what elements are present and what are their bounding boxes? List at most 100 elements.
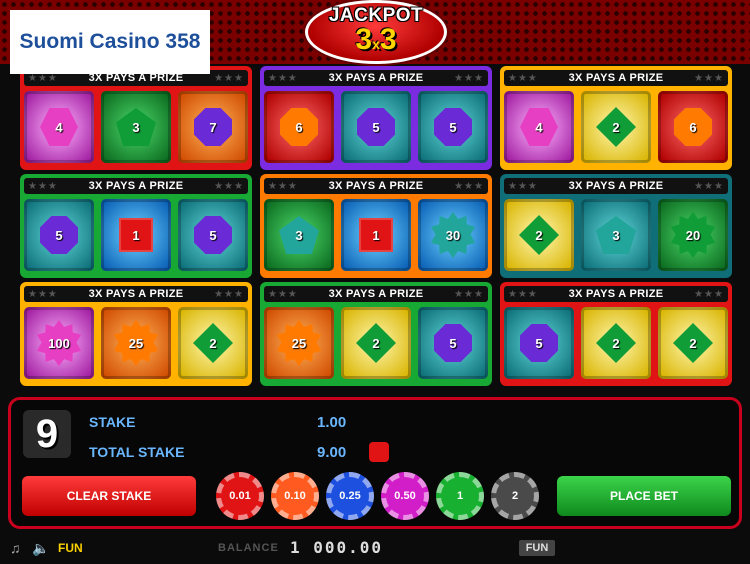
scratch-cell[interactable]: 25	[101, 307, 171, 379]
diamond-symbol-icon: 2	[673, 323, 713, 363]
cell-value: 1	[372, 227, 380, 243]
star-symbol-icon: 100	[36, 320, 82, 366]
octagon-symbol-icon: 7	[194, 108, 232, 146]
cell-value: 2	[209, 335, 217, 351]
scratch-cell[interactable]: 7	[178, 91, 248, 163]
scratch-cell[interactable]: 4	[504, 91, 574, 163]
ticket-banner: ★★★ 3X PAYS A PRIZE ★★★	[504, 286, 728, 302]
stars-icon: ★★★	[28, 288, 58, 300]
scratch-cell[interactable]: 2	[658, 307, 728, 379]
diamond-symbol-icon: 2	[596, 107, 636, 147]
star-symbol-icon: 20	[670, 212, 716, 258]
stars-icon: ★★★	[508, 72, 538, 84]
diamond-symbol-icon: 2	[519, 215, 559, 255]
logo-three-b: 3	[379, 23, 397, 56]
scratch-cell[interactable]: 2	[581, 91, 651, 163]
ticket-banner-text: 3X PAYS A PRIZE	[88, 180, 184, 192]
scratch-cell[interactable]: 5	[178, 199, 248, 271]
scratch-cell[interactable]: 6	[264, 91, 334, 163]
chip-0.01[interactable]: 0.01	[216, 472, 264, 520]
scratch-cell[interactable]: 30	[418, 199, 488, 271]
stars-icon: ★★★	[214, 180, 244, 192]
mode-badge: FUN	[519, 540, 555, 556]
scratch-cell[interactable]: 2	[341, 307, 411, 379]
cell-value: 25	[291, 335, 307, 351]
stars-icon: ★★★	[214, 288, 244, 300]
music-icon[interactable]: ♫	[10, 540, 21, 556]
chip-0.50[interactable]: 0.50	[381, 472, 429, 520]
stars-icon: ★★★	[268, 288, 298, 300]
ticket-banner: ★★★ 3X PAYS A PRIZE ★★★	[264, 178, 488, 194]
ticket-cells: 2 3 20	[504, 199, 728, 271]
octagon-symbol-icon: 5	[194, 216, 232, 254]
chip-value: 0.10	[284, 490, 306, 502]
status-bar: ♫ 🔈 FUN BALANCE 1 000.00 FUN	[0, 534, 750, 564]
scratch-cell[interactable]: 5	[418, 307, 488, 379]
ticket-6: ★★★ 3X PAYS A PRIZE ★★★ 2 3 20	[500, 174, 732, 278]
chip-2[interactable]: 2	[491, 472, 539, 520]
octagon-symbol-icon: 5	[520, 324, 558, 362]
stars-icon: ★★★	[508, 288, 538, 300]
scratch-cell[interactable]: 4	[24, 91, 94, 163]
place-bet-button[interactable]: PLACE BET	[557, 476, 731, 516]
control-panel: 9 STAKE 1.00 TOTAL STAKE 9.00 CLEAR STAK…	[8, 397, 742, 529]
scratch-cell[interactable]: 5	[418, 91, 488, 163]
scratch-cell[interactable]: 3	[264, 199, 334, 271]
diamond-symbol-icon: 2	[596, 323, 636, 363]
ticket-banner: ★★★ 3X PAYS A PRIZE ★★★	[24, 286, 248, 302]
brand-box: Suomi Casino 358	[10, 10, 210, 74]
square-symbol-icon: 1	[119, 218, 153, 252]
star-symbol-icon: 25	[276, 320, 322, 366]
ticket-banner-text: 3X PAYS A PRIZE	[568, 180, 664, 192]
cell-value: 5	[372, 119, 380, 135]
octagon-symbol-icon: 5	[357, 108, 395, 146]
scratch-cell[interactable]: 20	[658, 199, 728, 271]
cell-value: 6	[689, 119, 697, 135]
scratch-cell[interactable]: 1	[101, 199, 171, 271]
stars-icon: ★★★	[28, 72, 58, 84]
ticket-4: ★★★ 3X PAYS A PRIZE ★★★ 5 1 5	[20, 174, 252, 278]
cell-value: 6	[295, 119, 303, 135]
scratch-cell[interactable]: 2	[178, 307, 248, 379]
stars-icon: ★★★	[508, 180, 538, 192]
hex-symbol-icon: 4	[520, 108, 558, 146]
scratch-cell[interactable]: 2	[504, 199, 574, 271]
scratch-cell[interactable]: 3	[101, 91, 171, 163]
logo-line1: JACKPOT	[328, 5, 424, 26]
cell-value: 2	[612, 335, 620, 351]
star-symbol-icon: 30	[430, 212, 476, 258]
cell-value: 5	[449, 119, 457, 135]
sound-icon[interactable]: 🔈	[32, 540, 49, 557]
chip-1[interactable]: 1	[436, 472, 484, 520]
logo-line2: 3x3	[355, 23, 397, 58]
balance-value: 1 000.00	[290, 538, 384, 557]
cell-value: 30	[445, 227, 461, 243]
ticket-banner-text: 3X PAYS A PRIZE	[328, 288, 424, 300]
scratch-cell[interactable]: 25	[264, 307, 334, 379]
cell-value: 2	[372, 335, 380, 351]
scratch-cell[interactable]: 1	[341, 199, 411, 271]
ticket-banner: ★★★ 3X PAYS A PRIZE ★★★	[264, 70, 488, 86]
ticket-5: ★★★ 3X PAYS A PRIZE ★★★ 3 1 30	[260, 174, 492, 278]
stars-icon: ★★★	[454, 288, 484, 300]
scratch-cell[interactable]: 5	[341, 91, 411, 163]
clear-stake-button[interactable]: CLEAR STAKE	[22, 476, 196, 516]
scratch-cell[interactable]: 6	[658, 91, 728, 163]
stars-icon: ★★★	[694, 180, 724, 192]
scratch-cell[interactable]: 3	[581, 199, 651, 271]
scratch-cell[interactable]: 5	[504, 307, 574, 379]
ticket-banner-text: 3X PAYS A PRIZE	[568, 288, 664, 300]
chip-0.10[interactable]: 0.10	[271, 472, 319, 520]
ticket-cells: 100 25 2	[24, 307, 248, 379]
mode-label: FUN	[58, 541, 83, 555]
diamond-symbol-icon: 2	[193, 323, 233, 363]
stake-label: STAKE	[89, 414, 136, 430]
scratch-cell[interactable]: 5	[24, 199, 94, 271]
cell-value: 3	[295, 227, 303, 243]
chip-0.25[interactable]: 0.25	[326, 472, 374, 520]
stars-icon: ★★★	[28, 180, 58, 192]
scratch-cell[interactable]: 2	[581, 307, 651, 379]
ticket-cells: 25 2 5	[264, 307, 488, 379]
ticket-banner-text: 3X PAYS A PRIZE	[568, 72, 664, 84]
scratch-cell[interactable]: 100	[24, 307, 94, 379]
